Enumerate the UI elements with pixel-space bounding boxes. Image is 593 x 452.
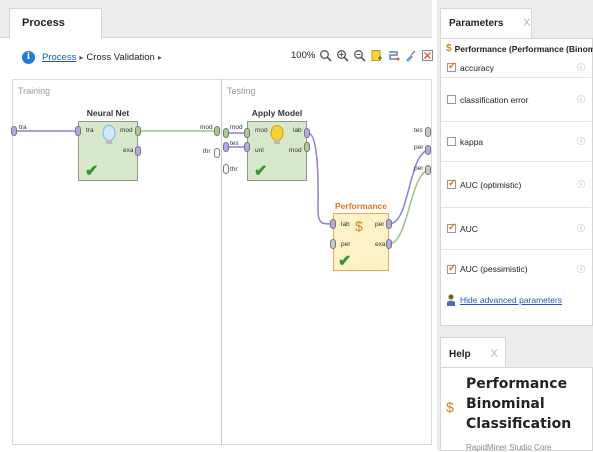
port-label: per — [341, 241, 351, 248]
info-icon[interactable]: ⓘ — [577, 94, 585, 105]
apply-model-port-unl[interactable] — [244, 142, 250, 152]
training-output-port-mod[interactable] — [214, 126, 220, 136]
hide-advanced-parameters-link[interactable]: Hide advanced parameters — [446, 294, 562, 306]
neural-net-bulb-icon — [102, 125, 116, 144]
param-label: AUC (optimistic) — [460, 179, 522, 190]
help-title-line: Performance — [466, 376, 568, 392]
help-title: Performance Binominal Classification — [466, 374, 592, 434]
testing-input-port-label: thr — [230, 166, 238, 173]
testing-output-port-label: per — [414, 165, 424, 172]
help-title-line: Classification — [466, 416, 572, 432]
param-row-auc[interactable]: AUC ⓘ — [441, 208, 591, 250]
param-row-accuracy[interactable]: accuracy ⓘ — [441, 58, 591, 78]
neural-net-port-exa[interactable] — [135, 146, 141, 156]
neural-net-port-mod[interactable] — [135, 126, 141, 136]
performance-operator[interactable]: lab per per exa $ ✔ — [333, 213, 389, 271]
param-label: accuracy — [460, 62, 495, 73]
param-label: AUC (pessimistic) — [460, 264, 528, 274]
info-icon[interactable]: ⓘ — [577, 136, 585, 147]
checkbox[interactable] — [447, 137, 456, 146]
info-icon[interactable]: ⓘ — [577, 179, 585, 190]
neural-net-operator[interactable]: tra mod exa ✔ — [78, 121, 138, 181]
port-label: exa — [375, 241, 386, 248]
performance-port-exa[interactable] — [386, 239, 392, 249]
training-input-port-label: tra — [19, 124, 27, 131]
parameters-title-text: Performance (Performance (Binominal — [454, 43, 593, 54]
testing-input-port-label: mod — [230, 124, 243, 131]
param-label: classification error — [460, 94, 529, 105]
parameters-operator-title: $ Performance (Performance (Binominal — [446, 43, 593, 54]
performance-title: Performance — [335, 201, 387, 211]
close-icon[interactable]: X — [523, 17, 530, 29]
param-row-auc-optimistic[interactable]: AUC (optimistic) ⓘ — [441, 162, 591, 208]
testing-input-port-mod[interactable] — [223, 128, 229, 138]
performance-operator-icon: $ — [446, 399, 454, 415]
testing-output-port-tes[interactable] — [425, 127, 431, 137]
person-icon — [447, 294, 455, 306]
info-icon[interactable]: ⓘ — [577, 62, 585, 73]
apply-model-operator[interactable]: mod unl lab mod ✔ — [247, 121, 307, 181]
status-check-icon: ✔ — [85, 163, 99, 180]
tab-parameters[interactable]: Parameters X — [440, 8, 532, 39]
apply-model-port-mod-in[interactable] — [244, 128, 250, 138]
testing-output-port-per-1[interactable] — [425, 145, 431, 155]
testing-input-port-thr[interactable] — [223, 164, 229, 174]
port-label: lab — [341, 221, 350, 228]
status-check-icon: ✔ — [338, 253, 352, 270]
testing-output-port-per-2[interactable] — [425, 165, 431, 175]
apply-model-port-lab[interactable] — [304, 128, 310, 138]
status-check-icon: ✔ — [254, 163, 268, 180]
apply-model-bulb-icon — [270, 125, 284, 144]
port-label: tra — [86, 127, 94, 134]
param-label: kappa — [460, 136, 484, 147]
testing-input-port-tes[interactable] — [223, 142, 229, 152]
tab-help[interactable]: Help X — [440, 337, 506, 368]
port-label: exa — [123, 147, 134, 154]
performance-port-per-out[interactable] — [386, 219, 392, 229]
apply-model-port-mod-out[interactable] — [304, 142, 310, 152]
performance-port-per-in[interactable] — [330, 239, 336, 249]
close-icon[interactable]: X — [490, 348, 497, 360]
param-row-auc-pessimistic[interactable]: AUC (pessimistic) ⓘ — [441, 250, 591, 288]
port-label: mod — [120, 127, 133, 134]
param-row-classification-error[interactable]: classification error ⓘ — [441, 78, 591, 122]
testing-output-port-label: per — [414, 144, 424, 151]
apply-model-title: Apply Model — [251, 108, 303, 118]
training-output-port-label: mod — [200, 124, 213, 131]
training-output-port-thr[interactable] — [214, 148, 220, 158]
performance-port-lab[interactable] — [330, 219, 336, 229]
testing-output-port-label: tes — [414, 127, 423, 134]
info-icon[interactable]: ⓘ — [577, 264, 585, 275]
hide-advanced-label: Hide advanced parameters — [460, 295, 563, 305]
training-input-port[interactable] — [11, 126, 17, 136]
tab-parameters-label: Parameters — [449, 18, 504, 29]
param-label: AUC — [460, 223, 478, 234]
neural-net-title: Neural Net — [86, 108, 130, 118]
port-label: lab — [293, 127, 302, 134]
checkbox[interactable] — [447, 61, 456, 72]
training-output-port-label: thr — [203, 148, 211, 155]
neural-net-port-tra[interactable] — [75, 126, 81, 136]
param-row-kappa[interactable]: kappa ⓘ — [441, 122, 591, 162]
checkbox[interactable] — [447, 222, 456, 233]
performance-operator-icon: $ — [446, 43, 452, 54]
port-label: unl — [255, 147, 264, 154]
help-title-line: Binominal — [466, 396, 545, 412]
checkbox[interactable] — [447, 95, 456, 104]
checkbox[interactable] — [447, 178, 456, 189]
port-label: mod — [255, 127, 268, 134]
info-icon[interactable]: ⓘ — [577, 223, 585, 234]
performance-operator-icon: $ — [355, 218, 363, 234]
checkbox[interactable] — [447, 263, 456, 274]
port-label: per — [375, 221, 385, 228]
port-label: mod — [289, 147, 302, 154]
testing-input-port-label: tes — [230, 140, 239, 147]
tab-help-label: Help — [449, 349, 471, 360]
